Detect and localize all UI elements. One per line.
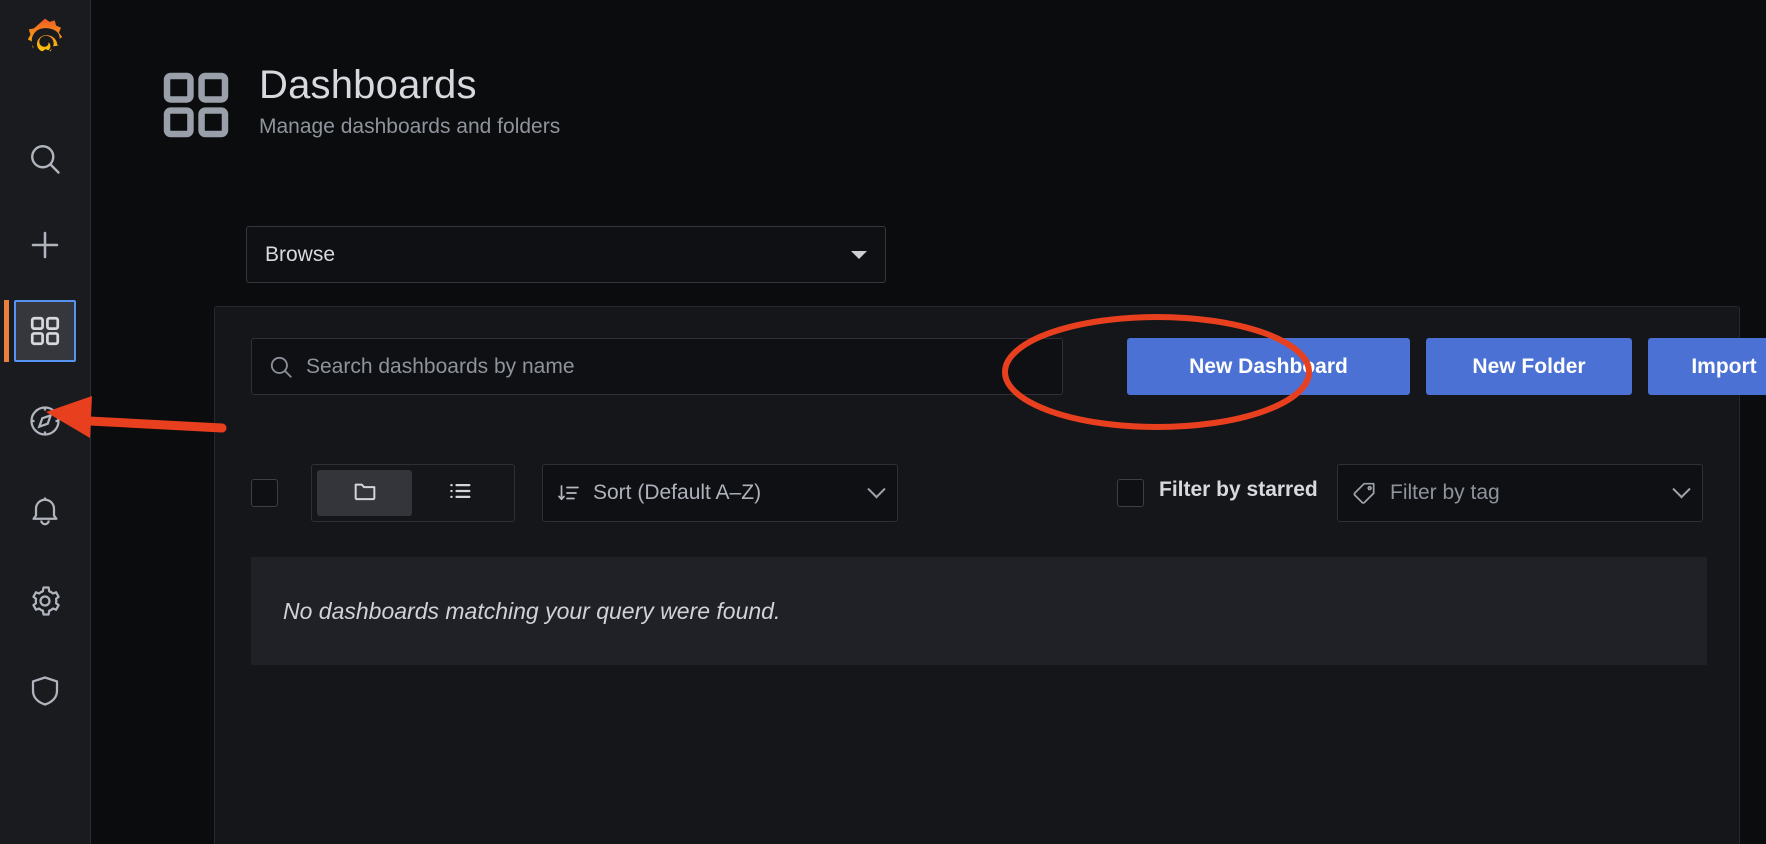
gear-icon — [27, 583, 63, 619]
browse-dropdown[interactable]: Browse — [246, 226, 886, 283]
view-mode-toggle — [311, 464, 515, 522]
sidebar-item-explore[interactable] — [14, 390, 76, 452]
search-icon — [27, 141, 63, 177]
chevron-down-icon — [867, 479, 886, 498]
page-header: Dashboards Manage dashboards and folders — [91, 0, 1766, 147]
filter-by-starred-checkbox[interactable] — [1117, 479, 1144, 507]
search-input[interactable]: Search dashboards by name — [251, 338, 1063, 395]
list-icon — [446, 477, 474, 510]
sidebar-item-search[interactable] — [14, 128, 76, 190]
browse-dropdown-value: Browse — [265, 242, 336, 266]
grafana-dashboards-page: Dashboards Manage dashboards and folders… — [0, 0, 1766, 844]
empty-state-message: No dashboards matching your query were f… — [283, 597, 781, 624]
sidebar-item-alerting[interactable] — [14, 480, 76, 542]
page-header-text: Dashboards Manage dashboards and folders — [259, 62, 560, 140]
caret-down-icon — [851, 250, 867, 259]
sidebar-item-dashboards[interactable] — [4, 300, 76, 362]
page-subtitle: Manage dashboards and folders — [259, 115, 561, 138]
sidebar-item-create[interactable] — [14, 214, 76, 276]
plus-icon — [27, 227, 63, 263]
compass-icon — [27, 403, 63, 439]
filter-by-tag-placeholder: Filter by tag — [1390, 481, 1500, 504]
new-dashboard-button[interactable]: New Dashboard — [1127, 338, 1410, 395]
folder-icon — [351, 477, 379, 510]
view-list-button[interactable] — [412, 470, 507, 516]
chevron-down-icon — [1672, 479, 1691, 498]
search-icon — [268, 354, 294, 380]
search-and-actions-row: Search dashboards by name New Dashboard … — [251, 338, 1766, 395]
empty-state: No dashboards matching your query were f… — [251, 557, 1707, 665]
select-all-checkbox[interactable] — [251, 479, 278, 507]
filter-by-starred-label: Filter by starred — [1159, 478, 1318, 501]
apps-grid-icon — [28, 314, 62, 348]
tag-icon — [1352, 480, 1378, 506]
view-folders-button[interactable] — [317, 470, 412, 516]
main-content: Dashboards Manage dashboards and folders… — [91, 0, 1766, 844]
search-input-placeholder: Search dashboards by name — [306, 354, 575, 378]
grafana-logo-icon[interactable] — [17, 14, 73, 70]
bell-icon — [27, 493, 63, 529]
filter-toolbar: Sort (Default A–Z) Filter by starred Fil… — [251, 464, 1707, 522]
sort-dropdown[interactable]: Sort (Default A–Z) — [542, 464, 898, 522]
filter-by-tag-dropdown[interactable]: Filter by tag — [1337, 464, 1703, 522]
apps-grid-icon — [159, 68, 233, 147]
sort-dropdown-value: Sort (Default A–Z) — [593, 481, 762, 504]
main-sidebar — [0, 0, 91, 844]
sidebar-item-server-admin[interactable] — [14, 660, 76, 722]
sort-amount-down-icon — [557, 481, 581, 505]
sidebar-item-configuration[interactable] — [14, 570, 76, 632]
new-folder-button[interactable]: New Folder — [1426, 338, 1632, 395]
import-button[interactable]: Import — [1648, 338, 1766, 395]
page-title: Dashboards — [259, 63, 477, 107]
dashboards-panel: Search dashboards by name New Dashboard … — [214, 306, 1766, 844]
shield-icon — [27, 673, 63, 709]
